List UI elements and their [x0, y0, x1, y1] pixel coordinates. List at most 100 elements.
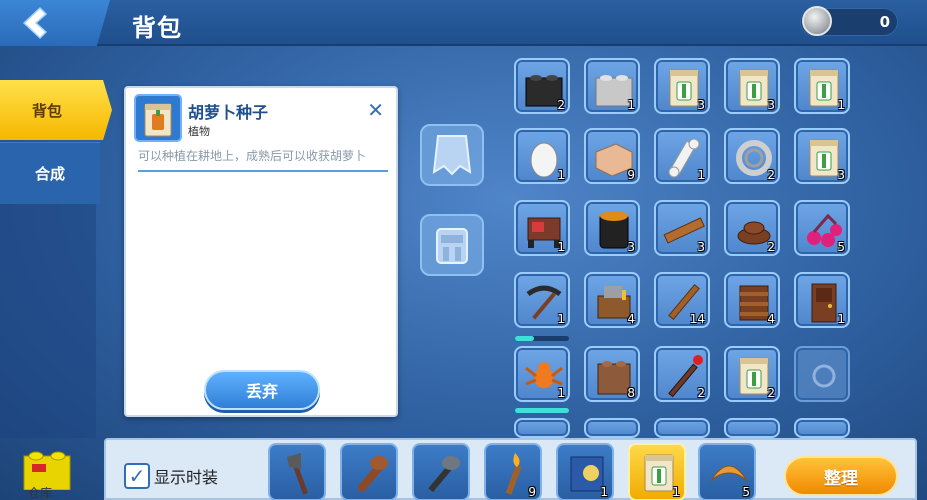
- item-category: 植物: [188, 125, 210, 138]
- item-count: 3: [627, 240, 635, 254]
- durability-fill: [515, 408, 569, 413]
- page-title: 背包: [132, 14, 182, 42]
- inventory-slot[interactable]: 3: [584, 200, 640, 256]
- cape-slot[interactable]: [420, 124, 484, 186]
- item-count: 1: [837, 312, 845, 326]
- inventory-slot[interactable]: 2: [654, 346, 710, 402]
- coin-count: 0: [879, 13, 890, 31]
- cape-icon: [432, 135, 472, 176]
- inventory-slot[interactable]: [794, 418, 850, 438]
- item-count: 4: [627, 312, 635, 326]
- inventory-slot[interactable]: [724, 418, 780, 438]
- inventory-slot[interactable]: 4: [724, 272, 780, 328]
- item-name: 胡萝卜种子: [188, 103, 269, 122]
- tab-backpack[interactable]: 背包: [0, 80, 112, 140]
- hotbar-slot[interactable]: [412, 443, 470, 500]
- durability-bar: [515, 336, 569, 341]
- inventory-slot[interactable]: 4: [584, 272, 640, 328]
- item-count: 1: [557, 168, 565, 182]
- discard-button[interactable]: 丢弃: [204, 370, 320, 410]
- hotbar-slot[interactable]: 1: [556, 443, 614, 500]
- storage-label: 仓库: [28, 486, 53, 500]
- tab-crafting-label: 合成: [34, 165, 65, 183]
- checkbox-checked-icon[interactable]: ✓: [124, 463, 150, 489]
- inventory-slot[interactable]: 3: [654, 200, 710, 256]
- tab-backpack-label: 背包: [31, 101, 62, 120]
- item-count: 1: [557, 312, 565, 326]
- item-count: 9: [627, 168, 635, 182]
- item-count: 3: [697, 98, 705, 112]
- inventory-slot[interactable]: 2: [514, 58, 570, 114]
- inventory-slot[interactable]: 2: [724, 200, 780, 256]
- inventory-slot[interactable]: 3: [794, 128, 850, 184]
- item-count: 5: [837, 240, 845, 254]
- item-count: 1: [837, 98, 845, 112]
- coin-icon: [802, 6, 832, 36]
- item-count: 3: [767, 98, 775, 112]
- item-count: 4: [767, 312, 775, 326]
- inventory-slot[interactable]: [654, 418, 710, 438]
- item-count: 1: [697, 168, 705, 182]
- axe-icon: [287, 453, 308, 495]
- item-count: 2: [767, 386, 775, 400]
- show-outfit-toggle[interactable]: ✓ 显示时装: [124, 463, 218, 489]
- item-count: 2: [557, 98, 565, 112]
- inventory-slot[interactable]: [584, 418, 640, 438]
- inventory-slot[interactable]: 1: [654, 128, 710, 184]
- empty-slot-icon: [812, 364, 836, 388]
- inventory-slot[interactable]: 3: [654, 58, 710, 114]
- hotbar-slot[interactable]: [340, 443, 398, 500]
- inventory-slot[interactable]: 2: [724, 128, 780, 184]
- item-detail-icon: [134, 94, 182, 142]
- item-count: 1: [557, 386, 565, 400]
- inventory-slot[interactable]: 5: [794, 200, 850, 256]
- sort-button[interactable]: 整理: [784, 456, 898, 496]
- item-count: 2: [697, 386, 705, 400]
- inventory-slot[interactable]: 1: [514, 346, 570, 402]
- item-count: 1: [672, 485, 680, 499]
- item-count: 1: [600, 485, 608, 499]
- inventory-slot[interactable]: 1: [584, 58, 640, 114]
- back-button[interactable]: [0, 0, 110, 46]
- item-count: 3: [697, 240, 705, 254]
- stone-club-icon: [428, 456, 460, 493]
- tab-column-background: [0, 204, 96, 438]
- hotbar-slot[interactable]: 9: [484, 443, 542, 500]
- inventory-slot[interactable]: 1: [514, 200, 570, 256]
- item-count: 3: [837, 168, 845, 182]
- inventory-slot[interactable]: 2: [724, 346, 780, 402]
- item-description: 可以种植在耕地上，成熟后可以收获胡萝卜: [138, 148, 388, 172]
- item-detail-panel: 胡萝卜种子 植物 ✕ 可以种植在耕地上，成熟后可以收获胡萝卜 丢弃: [124, 86, 398, 417]
- inventory-slot[interactable]: 1: [514, 272, 570, 328]
- back-arrow-icon: [22, 6, 48, 40]
- item-count: 14: [689, 312, 705, 326]
- hotbar-slot[interactable]: 5: [698, 443, 756, 500]
- inventory-slot[interactable]: 8: [584, 346, 640, 402]
- inventory-slot[interactable]: 1: [794, 58, 850, 114]
- inventory-slot[interactable]: 9: [584, 128, 640, 184]
- item-count: 2: [767, 168, 775, 182]
- close-icon[interactable]: ✕: [367, 98, 384, 122]
- show-outfit-label: 显示时装: [154, 468, 219, 487]
- backpack-slot[interactable]: [420, 214, 484, 276]
- inventory-slot[interactable]: [514, 418, 570, 438]
- tab-crafting[interactable]: 合成: [0, 142, 100, 204]
- item-count: 1: [557, 240, 565, 254]
- inventory-slot[interactable]: 1: [514, 128, 570, 184]
- inventory-slot[interactable]: 1: [794, 272, 850, 328]
- durability-fill: [515, 336, 534, 341]
- hotbar-slot[interactable]: [268, 443, 326, 500]
- inventory-slot[interactable]: [794, 346, 850, 402]
- item-count: 9: [528, 485, 536, 499]
- backpack-icon: [436, 228, 468, 264]
- item-count: 2: [767, 240, 775, 254]
- item-count: 5: [742, 485, 750, 499]
- item-count: 8: [627, 386, 635, 400]
- seed-bag-icon: [144, 103, 172, 137]
- hotbar-slot[interactable]: 1: [628, 443, 686, 500]
- item-count: 1: [627, 98, 635, 112]
- inventory-slot[interactable]: 14: [654, 272, 710, 328]
- club-icon: [357, 456, 388, 493]
- durability-bar: [515, 408, 569, 413]
- inventory-slot[interactable]: 3: [724, 58, 780, 114]
